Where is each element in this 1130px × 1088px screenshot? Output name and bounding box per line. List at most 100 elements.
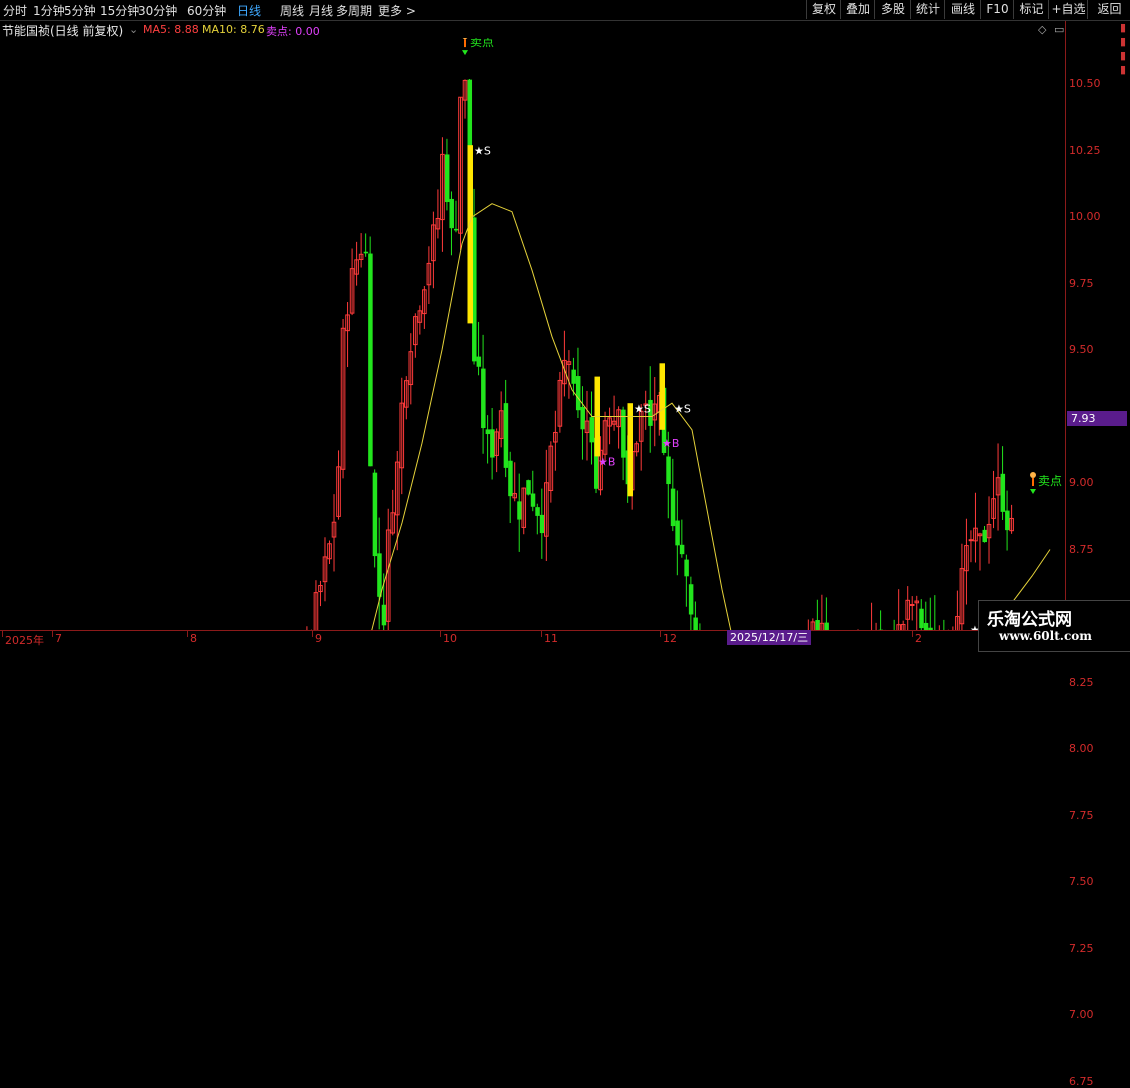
period-tab-0[interactable]: 分时 [3, 2, 27, 19]
candle-body-down [445, 154, 450, 202]
stock-title: 节能国祯(日线 前复权) [2, 22, 123, 39]
candle-body-down [693, 618, 698, 630]
y-axis-line [1065, 21, 1066, 631]
period-tab-10[interactable]: 更多 > [378, 2, 416, 19]
toolbar-button-7[interactable]: +自选 [1048, 0, 1088, 19]
candle-body-up [969, 540, 973, 541]
toolbar-button-0[interactable]: 复权 [806, 0, 841, 19]
x-tick-label: 10 [443, 632, 457, 645]
candlestick-chart[interactable]: 卖点卖点卖点★B★B★B★B★B★B★B★S★S★S★S★S★S★S [0, 38, 1065, 630]
sell-point-label: 卖点: 0.00 [266, 23, 320, 39]
y-tick-label: 7.75 [1069, 809, 1094, 822]
highlight-candle [468, 145, 474, 323]
buy-signal-label: ★B [598, 456, 615, 469]
watermark-logo: 乐淘公式网 www.60lt.com [978, 600, 1130, 652]
candle-body-down [919, 609, 924, 628]
sell-signal-label: ★S [674, 403, 691, 416]
x-tick [912, 631, 913, 637]
y-tick-label: 6.75 [1069, 1075, 1094, 1088]
candle-body-down [540, 515, 545, 533]
candle-body-down [580, 407, 585, 429]
y-tick-label: 10.25 [1069, 144, 1101, 157]
period-tab-7[interactable]: 周线 [280, 2, 304, 19]
candle-body-down [504, 403, 509, 468]
sell-point-label: 卖点 [470, 38, 494, 49]
candle-body-down [666, 457, 671, 485]
sell-signal-label: ★S [634, 403, 651, 416]
candle-body-down [517, 501, 522, 519]
x-tick [440, 631, 441, 637]
ma10-line [2, 204, 1050, 630]
candle-body-down [689, 584, 694, 614]
candle-body-up [910, 605, 914, 606]
candle-body-down [373, 473, 378, 556]
candle-body-down [576, 376, 581, 410]
candle-body-down [449, 199, 454, 228]
candle-body-down [675, 521, 680, 546]
top-toolbar: 分时 1分钟5分钟15分钟30分钟 60分钟日线 周线月线多周期更多 > 复权叠加多股统… [0, 0, 1130, 21]
candle-body-down [815, 620, 820, 630]
toolbar-button-8[interactable]: 返回 [1087, 0, 1130, 19]
current-price-badge: 7.93 [1067, 411, 1127, 426]
candle-body-down [508, 461, 513, 496]
period-tab-2[interactable]: 5分钟 [64, 2, 96, 19]
candle-body-down [1001, 474, 1006, 512]
sell-figure-icon [1030, 472, 1036, 478]
candle-body-down [377, 553, 382, 596]
sell-point-label: 卖点 [1038, 474, 1062, 488]
candle-body-down [983, 530, 988, 542]
period-tab-8[interactable]: 月线 [309, 2, 333, 19]
candle-body-down [368, 254, 373, 467]
period-tab-5[interactable]: 60分钟 [187, 2, 226, 19]
toolbar-button-6[interactable]: 标记 [1013, 0, 1049, 19]
y-tick-label: 10.00 [1069, 210, 1101, 223]
diamond-icon[interactable]: ◇ [1038, 23, 1046, 36]
candle-body-down [526, 480, 531, 494]
sell-arrow-icon [462, 50, 468, 55]
sell-arrow-icon [1030, 489, 1036, 494]
toolbar-button-1[interactable]: 叠加 [840, 0, 875, 19]
x-tick-label: 9 [315, 632, 322, 645]
candle-body-down [382, 605, 387, 626]
x-tick [187, 631, 188, 637]
x-tick-label: 8 [190, 632, 197, 645]
sell-figure-icon [462, 38, 468, 39]
dropdown-icon[interactable]: ⌄ [129, 23, 138, 36]
period-tab-9[interactable]: 多周期 [336, 2, 372, 19]
period-tab-3[interactable]: 15分钟 [100, 2, 139, 19]
y-tick-label: 8.00 [1069, 742, 1094, 755]
candle-body-down [571, 370, 576, 384]
candle-body-down [490, 429, 495, 457]
toolbar-button-4[interactable]: 画线 [944, 0, 981, 19]
watermark-url: www.60lt.com [999, 629, 1092, 643]
candle-body-down [531, 494, 536, 507]
period-tab-4[interactable]: 30分钟 [138, 2, 177, 19]
y-tick-label: 7.25 [1069, 942, 1094, 955]
x-axis: 2025年7891011122 [0, 630, 1065, 647]
watermark-title: 乐淘公式网 [987, 605, 1072, 630]
x-tick [52, 631, 53, 637]
toolbar-button-3[interactable]: 统计 [910, 0, 945, 19]
candle-body-down [824, 623, 829, 630]
buy-signal-label: ★B [662, 437, 679, 450]
candle-body-down [486, 429, 491, 434]
candle-body-down [590, 417, 595, 442]
x-tick-label: 12 [663, 632, 677, 645]
x-tick [2, 631, 3, 637]
x-tick [312, 631, 313, 637]
y-tick-label: 10.50 [1069, 77, 1101, 90]
right-side-panel-edge: ▮▮▮▮ [1120, 21, 1130, 581]
candle-body-down [535, 507, 540, 516]
ma5-label: MA5: 8.88 [143, 23, 199, 36]
x-tick-label: 11 [544, 632, 558, 645]
candle-body-down [924, 623, 929, 630]
period-tab-1[interactable]: 1分钟 [33, 2, 65, 19]
highlight-candle [660, 363, 666, 430]
toolbar-button-2[interactable]: 多股 [874, 0, 911, 19]
period-tab-6[interactable]: 日线 [237, 2, 261, 19]
x-tick [660, 631, 661, 637]
toolbar-button-5[interactable]: F10 [980, 0, 1014, 19]
window-icon[interactable]: ▭ [1054, 23, 1064, 36]
y-tick-label: 7.50 [1069, 875, 1094, 888]
candle-body-down [477, 357, 482, 367]
